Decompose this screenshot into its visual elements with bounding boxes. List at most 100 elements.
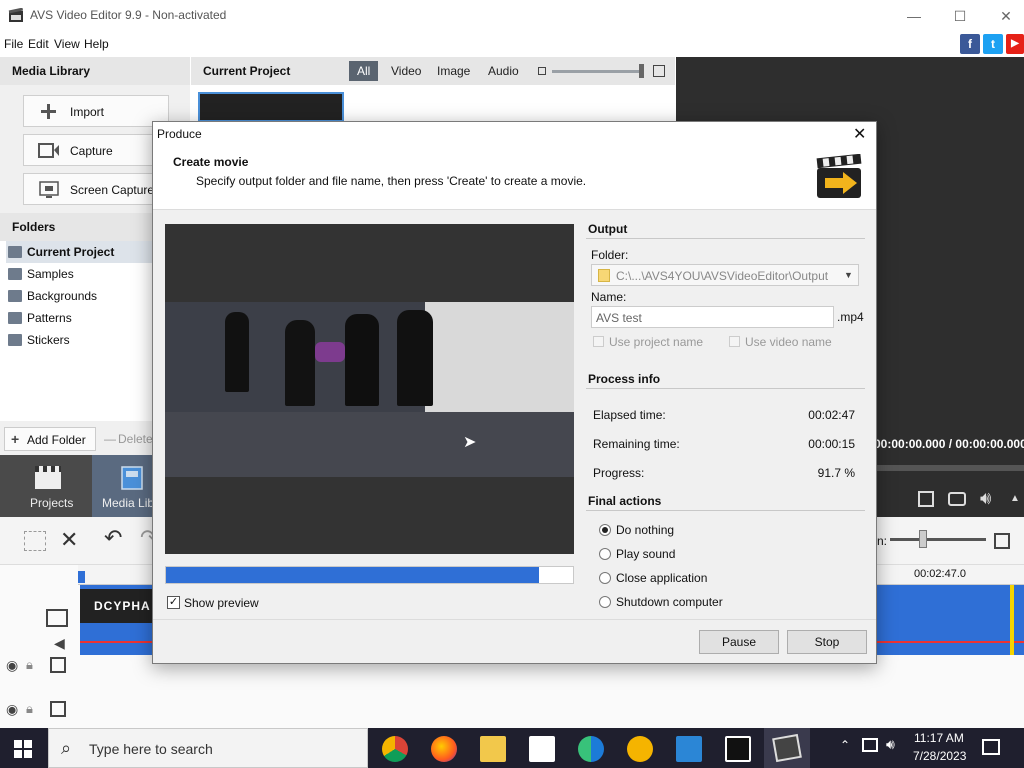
produce-progress-bar bbox=[165, 566, 574, 584]
store-icon[interactable] bbox=[529, 736, 555, 762]
edge-icon[interactable] bbox=[578, 736, 604, 762]
folder-current-project[interactable]: Current Project bbox=[6, 241, 156, 263]
use-project-name-checkbox[interactable] bbox=[593, 336, 604, 347]
delete-icon[interactable]: ✕ bbox=[60, 527, 78, 553]
clip-end-marker[interactable] bbox=[1010, 585, 1014, 655]
screen-capture-button[interactable]: Screen Capture bbox=[23, 173, 169, 205]
frame-car bbox=[315, 342, 345, 362]
folder-icon bbox=[8, 290, 22, 302]
snapshot-camera-icon[interactable] bbox=[948, 492, 966, 506]
plus-icon bbox=[38, 103, 60, 120]
firefox-icon[interactable] bbox=[431, 736, 457, 762]
project-clip-thumbnail[interactable] bbox=[198, 92, 344, 122]
folder-dropdown[interactable]: C:\...\AVS4YOU\AVSVideoEditor\Output ▼ bbox=[591, 264, 859, 286]
volume-up-arrow-icon[interactable]: ▲ bbox=[1010, 493, 1020, 504]
capture-button[interactable]: Capture bbox=[23, 134, 169, 166]
file-name-value: AVS test bbox=[596, 311, 642, 325]
filter-all[interactable]: All bbox=[349, 61, 379, 81]
filter-audio[interactable]: Audio bbox=[480, 61, 527, 81]
dialog-close-icon[interactable]: ✕ bbox=[853, 124, 866, 144]
small-thumb-icon bbox=[538, 67, 546, 75]
thumb-size-slider[interactable] bbox=[552, 70, 644, 73]
mute-icon[interactable]: ◀︎ bbox=[54, 635, 65, 652]
zoom-slider-handle[interactable] bbox=[919, 530, 927, 548]
slider-handle[interactable] bbox=[639, 64, 644, 78]
volume-tray-icon[interactable]: 🔊︎ bbox=[886, 736, 895, 753]
use-video-name-checkbox[interactable] bbox=[729, 336, 740, 347]
progress-value: 91.7 % bbox=[817, 466, 855, 480]
projects-tab[interactable]: Projects bbox=[0, 455, 92, 517]
clock-time[interactable]: 11:17 AM bbox=[914, 731, 964, 745]
chrome-icon[interactable] bbox=[382, 736, 408, 762]
network-icon[interactable] bbox=[862, 738, 878, 752]
menu-bar: File Edit View Help f t ▶ bbox=[0, 32, 1024, 56]
select-icon[interactable] bbox=[24, 531, 46, 551]
eye-icon-2[interactable]: ◉ bbox=[6, 701, 18, 718]
pause-button[interactable]: Pause bbox=[699, 630, 779, 654]
avs-taskbar-item[interactable] bbox=[764, 728, 810, 768]
close-application-radio[interactable] bbox=[599, 572, 611, 584]
fit-timeline-icon[interactable] bbox=[994, 533, 1010, 549]
play-sound-label: Play sound bbox=[616, 547, 676, 561]
lock-icon-2[interactable]: 🔒︎ bbox=[26, 701, 33, 717]
facebook-icon[interactable]: f bbox=[960, 34, 980, 54]
folder-icon bbox=[8, 334, 22, 346]
clip-thumbnail[interactable]: DCYPHA bbox=[80, 589, 154, 623]
close-window-button[interactable]: ✕ bbox=[996, 6, 1016, 26]
add-folder-button[interactable]: + Add Folder bbox=[4, 427, 96, 451]
filter-video[interactable]: Video bbox=[383, 61, 429, 81]
do-nothing-radio[interactable] bbox=[599, 524, 611, 536]
preview-time-readout: 00:00:00.000 / 00:00:00.000 bbox=[874, 437, 1024, 451]
output-heading: Output bbox=[588, 222, 628, 236]
maximize-button[interactable]: ☐ bbox=[950, 6, 970, 26]
zoom-slider[interactable] bbox=[890, 538, 986, 541]
chevron-up-icon[interactable]: ⌃ bbox=[840, 738, 850, 752]
frame-figure bbox=[285, 320, 315, 406]
filter-image[interactable]: Image bbox=[429, 61, 478, 81]
playhead-marker[interactable] bbox=[78, 571, 85, 583]
lock-icon[interactable]: 🔒︎ bbox=[26, 657, 33, 673]
twitter-icon[interactable]: t bbox=[983, 34, 1003, 54]
menu-file[interactable]: File bbox=[4, 37, 23, 51]
taskbar-search-box[interactable]: ⌕ Type here to search bbox=[48, 728, 368, 768]
dialog-header: Create movie Specify output folder and f… bbox=[153, 146, 876, 210]
folder-patterns[interactable]: Patterns bbox=[6, 307, 156, 329]
folder-backgrounds[interactable]: Backgrounds bbox=[6, 285, 156, 307]
notification-icon[interactable] bbox=[982, 739, 1000, 755]
mouse-cursor-icon: ➤ bbox=[463, 434, 477, 451]
video-preview: ➤ bbox=[165, 224, 574, 554]
fullscreen-icon[interactable] bbox=[918, 491, 934, 507]
delete-label: Delete bbox=[118, 432, 153, 446]
show-preview-checkbox[interactable]: ✓ bbox=[167, 596, 180, 609]
volume-icon[interactable]: 🔊︎ bbox=[980, 488, 991, 509]
plus-icon: + bbox=[11, 431, 20, 447]
folder-stickers[interactable]: Stickers bbox=[6, 329, 156, 351]
menu-help[interactable]: Help bbox=[84, 37, 109, 51]
eye-icon[interactable]: ◉ bbox=[6, 657, 18, 674]
menu-edit[interactable]: Edit bbox=[28, 37, 49, 51]
video-app-icon[interactable] bbox=[676, 736, 702, 762]
minimize-button[interactable]: — bbox=[904, 6, 924, 26]
shutdown-computer-radio[interactable] bbox=[599, 596, 611, 608]
delete-folder-button[interactable]: — Delete bbox=[100, 427, 160, 451]
folder-icon bbox=[8, 268, 22, 280]
menu-view[interactable]: View bbox=[54, 37, 80, 51]
stop-button[interactable]: Stop bbox=[787, 630, 867, 654]
preview-seekbar[interactable] bbox=[876, 465, 1024, 471]
file-name-input[interactable]: AVS test bbox=[591, 306, 834, 328]
undo-icon[interactable]: ↶ bbox=[104, 525, 122, 551]
clock-date[interactable]: 7/28/2023 bbox=[913, 749, 966, 763]
file-explorer-icon[interactable] bbox=[480, 736, 506, 762]
youtube-icon[interactable]: ▶ bbox=[1006, 34, 1024, 54]
import-button[interactable]: Import bbox=[23, 95, 169, 127]
final-actions-divider bbox=[586, 510, 865, 511]
folder-samples[interactable]: Samples bbox=[6, 263, 156, 285]
folder-icon bbox=[8, 312, 22, 324]
camera-icon bbox=[38, 142, 60, 159]
play-sound-radio[interactable] bbox=[599, 548, 611, 560]
game-app-icon[interactable] bbox=[725, 736, 751, 762]
media-library-tab[interactable]: Media Libra bbox=[92, 455, 165, 517]
windows-start-icon[interactable] bbox=[14, 740, 32, 758]
yellow-app-icon[interactable] bbox=[627, 736, 653, 762]
screen-capture-label: Screen Capture bbox=[70, 183, 155, 197]
